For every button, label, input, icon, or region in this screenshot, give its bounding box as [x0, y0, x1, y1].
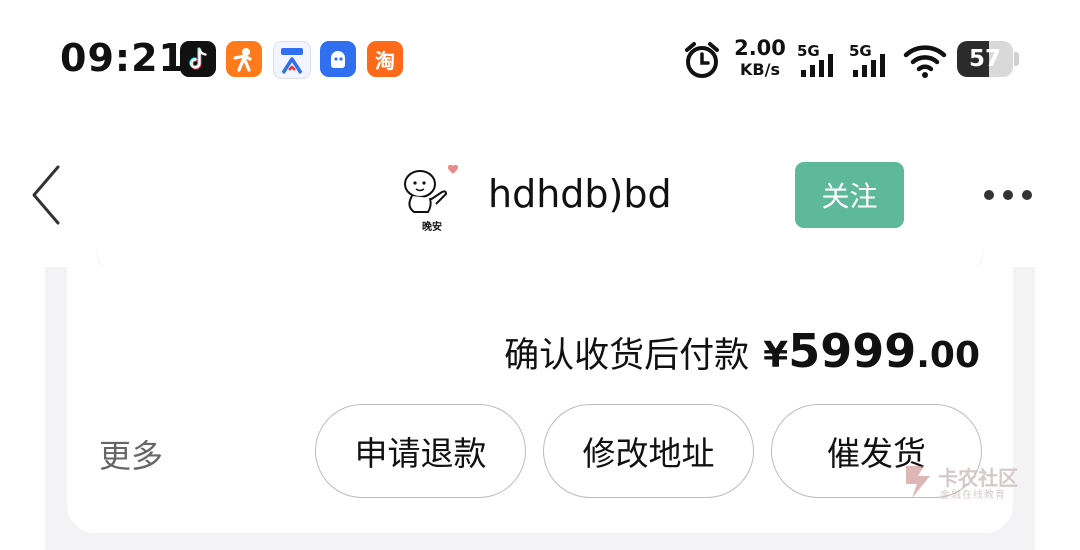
watermark: 卡农社区 金融在线教育	[900, 460, 1030, 504]
taobao-icon: 淘	[367, 41, 403, 77]
status-time: 09:21	[60, 36, 186, 80]
change-address-button[interactable]: 修改地址	[543, 404, 754, 498]
watermark-logo-icon	[906, 466, 930, 498]
status-bar: 09:21 淘 2.00 KB/s 5G 5G 57	[0, 0, 1080, 120]
qq-icon	[320, 41, 356, 77]
page-title: hdhdb)bd	[488, 172, 672, 216]
douyin-icon	[180, 41, 216, 77]
dianping-icon	[226, 41, 262, 77]
price-decimal: .00	[916, 335, 980, 376]
network-speed: 2.00 KB/s	[734, 38, 786, 78]
back-icon[interactable]	[28, 163, 68, 227]
request-refund-button[interactable]: 申请退款	[315, 404, 526, 498]
battery-icon: 57	[957, 41, 1019, 77]
watermark-subtitle: 金融在线教育	[940, 490, 1006, 501]
signal-icon: 5G	[849, 42, 893, 78]
avatar[interactable]: 晚安	[398, 160, 468, 233]
payment-summary: 确认收货后付款 ¥ 5999 .00	[504, 324, 980, 378]
battery-percent: 57	[968, 46, 1001, 72]
price-integer: 5999	[788, 324, 917, 378]
alarm-icon	[683, 40, 721, 80]
network-speed-value: 2.00	[734, 36, 786, 60]
dongchedi-icon	[273, 41, 311, 79]
more-options-icon[interactable]	[980, 186, 1036, 204]
price-currency: ¥	[763, 335, 789, 376]
wifi-icon	[903, 44, 947, 78]
signal-icon: 5G	[797, 42, 841, 78]
follow-button[interactable]: 关注	[795, 162, 904, 228]
more-actions-link[interactable]: 更多	[99, 431, 163, 477]
network-speed-unit: KB/s	[740, 60, 780, 79]
taobao-glyph: 淘	[375, 48, 395, 73]
payment-note: 确认收货后付款	[504, 336, 750, 376]
avatar-caption: 晚安	[422, 222, 442, 233]
